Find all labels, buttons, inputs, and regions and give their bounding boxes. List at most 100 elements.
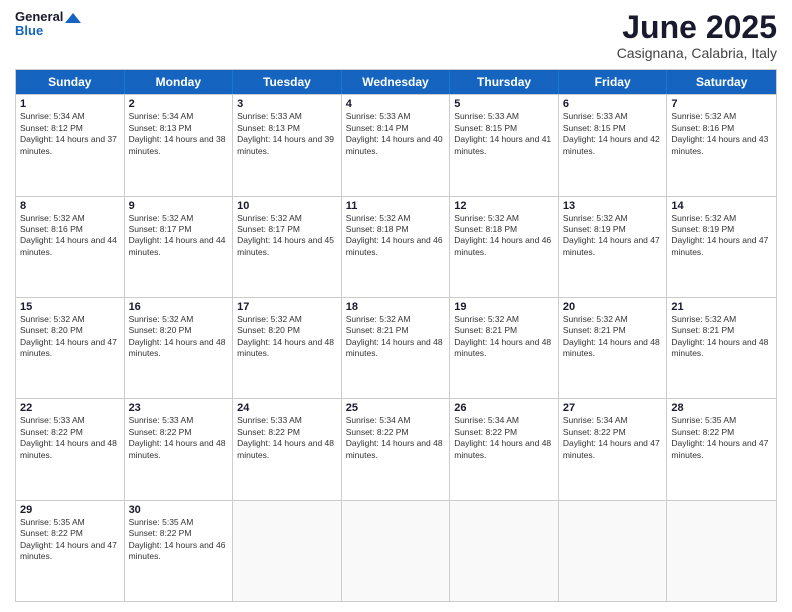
cal-row-4: 22 Sunrise: 5:33 AM Sunset: 8:22 PM Dayl… [16,398,776,499]
day-number: 26 [454,402,554,414]
day-number: 5 [454,98,554,110]
sunset-text: Sunset: 8:22 PM [20,528,120,539]
cell-5-mon: 30 Sunrise: 5:35 AM Sunset: 8:22 PM Dayl… [125,501,234,601]
daylight-text: Daylight: 14 hours and 46 minutes. [346,235,446,258]
daylight-text: Daylight: 14 hours and 48 minutes. [20,438,120,461]
cell-2-thu: 12 Sunrise: 5:32 AM Sunset: 8:18 PM Dayl… [450,197,559,297]
cell-1-sat: 7 Sunrise: 5:32 AM Sunset: 8:16 PM Dayli… [667,95,776,195]
day-number: 19 [454,301,554,313]
cell-2-fri: 13 Sunrise: 5:32 AM Sunset: 8:19 PM Dayl… [559,197,668,297]
title-block: June 2025 Casignana, Calabria, Italy [617,10,777,61]
daylight-text: Daylight: 14 hours and 48 minutes. [671,337,772,360]
header-monday: Monday [125,70,234,94]
cell-1-tue: 3 Sunrise: 5:33 AM Sunset: 8:13 PM Dayli… [233,95,342,195]
daylight-text: Daylight: 14 hours and 42 minutes. [563,134,663,157]
sunset-text: Sunset: 8:22 PM [129,427,229,438]
sunset-text: Sunset: 8:22 PM [563,427,663,438]
sunrise-text: Sunrise: 5:34 AM [20,111,120,122]
daylight-text: Daylight: 14 hours and 37 minutes. [20,134,120,157]
cell-4-tue: 24 Sunrise: 5:33 AM Sunset: 8:22 PM Dayl… [233,399,342,499]
sunrise-text: Sunrise: 5:35 AM [129,517,229,528]
logo: General Blue [15,10,81,39]
sunrise-text: Sunrise: 5:32 AM [129,314,229,325]
cell-3-thu: 19 Sunrise: 5:32 AM Sunset: 8:21 PM Dayl… [450,298,559,398]
day-number: 21 [671,301,772,313]
day-number: 11 [346,200,446,212]
cell-5-sat-empty [667,501,776,601]
sunset-text: Sunset: 8:22 PM [20,427,120,438]
sunset-text: Sunset: 8:20 PM [129,325,229,336]
header-wednesday: Wednesday [342,70,451,94]
daylight-text: Daylight: 14 hours and 47 minutes. [563,438,663,461]
sunrise-text: Sunrise: 5:32 AM [563,213,663,224]
sunrise-text: Sunrise: 5:33 AM [346,111,446,122]
calendar-header: Sunday Monday Tuesday Wednesday Thursday… [16,70,776,94]
header: General Blue June 2025 Casignana, Calabr… [15,10,777,61]
cell-4-wed: 25 Sunrise: 5:34 AM Sunset: 8:22 PM Dayl… [342,399,451,499]
day-number: 3 [237,98,337,110]
cell-2-wed: 11 Sunrise: 5:32 AM Sunset: 8:18 PM Dayl… [342,197,451,297]
sunset-text: Sunset: 8:21 PM [563,325,663,336]
day-number: 4 [346,98,446,110]
subtitle: Casignana, Calabria, Italy [617,45,777,61]
sunrise-text: Sunrise: 5:33 AM [563,111,663,122]
cal-row-2: 8 Sunrise: 5:32 AM Sunset: 8:16 PM Dayli… [16,196,776,297]
sunset-text: Sunset: 8:19 PM [563,224,663,235]
cell-1-sun: 1 Sunrise: 5:34 AM Sunset: 8:12 PM Dayli… [16,95,125,195]
sunset-text: Sunset: 8:13 PM [237,123,337,134]
day-number: 15 [20,301,120,313]
daylight-text: Daylight: 14 hours and 39 minutes. [237,134,337,157]
cell-1-fri: 6 Sunrise: 5:33 AM Sunset: 8:15 PM Dayli… [559,95,668,195]
sunrise-text: Sunrise: 5:34 AM [129,111,229,122]
daylight-text: Daylight: 14 hours and 44 minutes. [20,235,120,258]
cell-3-fri: 20 Sunrise: 5:32 AM Sunset: 8:21 PM Dayl… [559,298,668,398]
daylight-text: Daylight: 14 hours and 47 minutes. [563,235,663,258]
day-number: 14 [671,200,772,212]
sunrise-text: Sunrise: 5:34 AM [563,415,663,426]
sunset-text: Sunset: 8:15 PM [454,123,554,134]
day-number: 6 [563,98,663,110]
header-sunday: Sunday [16,70,125,94]
calendar-body: 1 Sunrise: 5:34 AM Sunset: 8:12 PM Dayli… [16,94,776,601]
sunset-text: Sunset: 8:21 PM [454,325,554,336]
day-number: 18 [346,301,446,313]
cell-1-thu: 5 Sunrise: 5:33 AM Sunset: 8:15 PM Dayli… [450,95,559,195]
header-friday: Friday [559,70,668,94]
cell-5-thu-empty [450,501,559,601]
sunrise-text: Sunrise: 5:32 AM [671,111,772,122]
cell-3-mon: 16 Sunrise: 5:32 AM Sunset: 8:20 PM Dayl… [125,298,234,398]
day-number: 9 [129,200,229,212]
daylight-text: Daylight: 14 hours and 48 minutes. [129,438,229,461]
day-number: 8 [20,200,120,212]
day-number: 30 [129,504,229,516]
day-number: 13 [563,200,663,212]
sunset-text: Sunset: 8:21 PM [671,325,772,336]
cal-row-5: 29 Sunrise: 5:35 AM Sunset: 8:22 PM Dayl… [16,500,776,601]
sunset-text: Sunset: 8:13 PM [129,123,229,134]
sunset-text: Sunset: 8:22 PM [346,427,446,438]
day-number: 24 [237,402,337,414]
cell-3-sun: 15 Sunrise: 5:32 AM Sunset: 8:20 PM Dayl… [16,298,125,398]
cell-1-wed: 4 Sunrise: 5:33 AM Sunset: 8:14 PM Dayli… [342,95,451,195]
cell-5-sun: 29 Sunrise: 5:35 AM Sunset: 8:22 PM Dayl… [16,501,125,601]
daylight-text: Daylight: 14 hours and 47 minutes. [20,540,120,563]
sunset-text: Sunset: 8:17 PM [237,224,337,235]
sunrise-text: Sunrise: 5:33 AM [129,415,229,426]
sunset-text: Sunset: 8:21 PM [346,325,446,336]
sunrise-text: Sunrise: 5:35 AM [20,517,120,528]
sunrise-text: Sunrise: 5:32 AM [237,213,337,224]
sunset-text: Sunset: 8:22 PM [129,528,229,539]
sunset-text: Sunset: 8:18 PM [346,224,446,235]
cell-3-sat: 21 Sunrise: 5:32 AM Sunset: 8:21 PM Dayl… [667,298,776,398]
sunrise-text: Sunrise: 5:32 AM [20,314,120,325]
sunrise-text: Sunrise: 5:32 AM [20,213,120,224]
daylight-text: Daylight: 14 hours and 46 minutes. [454,235,554,258]
sunrise-text: Sunrise: 5:32 AM [346,213,446,224]
sunrise-text: Sunrise: 5:32 AM [346,314,446,325]
day-number: 2 [129,98,229,110]
daylight-text: Daylight: 14 hours and 48 minutes. [129,337,229,360]
day-number: 7 [671,98,772,110]
daylight-text: Daylight: 14 hours and 44 minutes. [129,235,229,258]
sunset-text: Sunset: 8:16 PM [671,123,772,134]
sunset-text: Sunset: 8:17 PM [129,224,229,235]
